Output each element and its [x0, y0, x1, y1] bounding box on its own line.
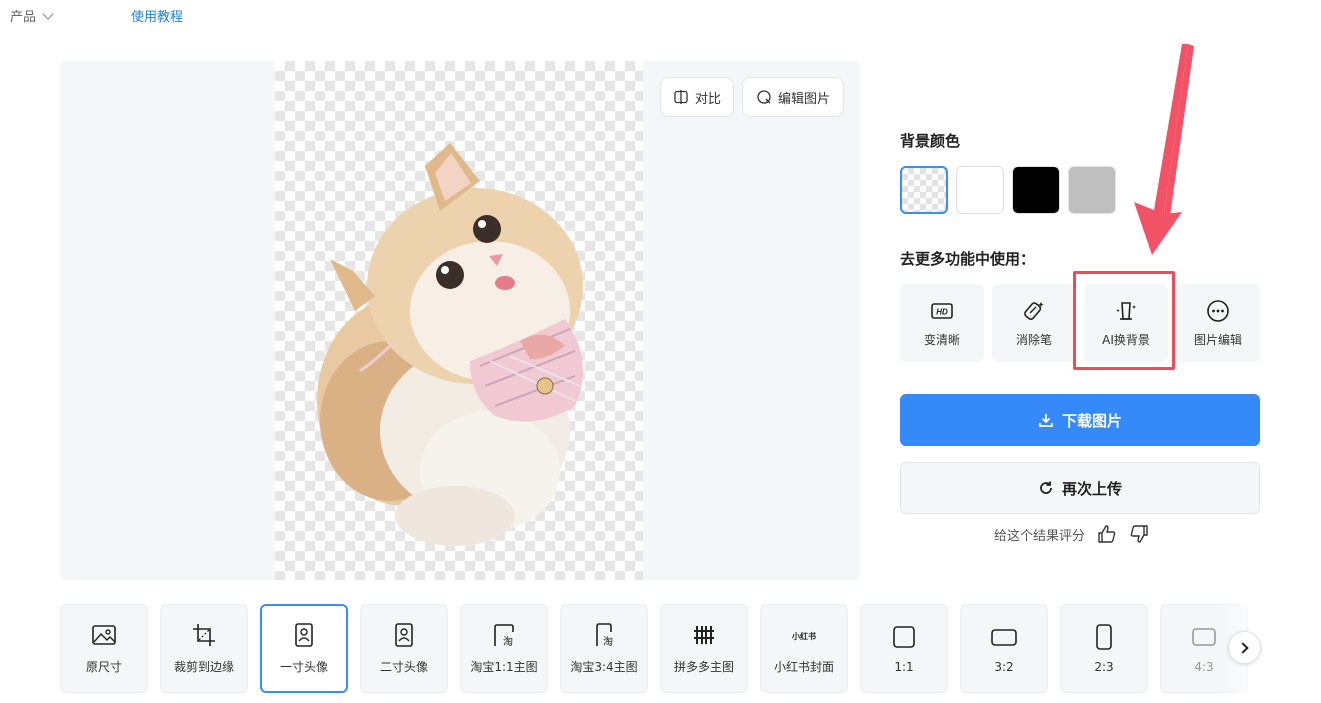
taobao-icon: 淘 [494, 624, 514, 648]
preset-label: 一寸头像 [279, 660, 328, 674]
image-preview: 对比 编辑图片 [60, 61, 860, 580]
highlight-annotation-box [1073, 271, 1175, 370]
size-presets: 原尺寸 裁剪到边缘 一寸头像 二寸头像 淘 淘宝1:1主图 淘 淘宝3:4主图 … [60, 604, 1260, 693]
svg-text:小红书: 小红书 [791, 631, 816, 641]
preset-crop-edge[interactable]: 裁剪到边缘 [160, 604, 248, 693]
presets-next-button[interactable] [1228, 631, 1261, 664]
preset-label: 小红书封面 [773, 660, 834, 674]
chevron-down-icon [42, 7, 54, 20]
swatch-white[interactable] [956, 166, 1004, 214]
preset-label: 2:3 [1094, 659, 1114, 674]
preset-ratio-3-2[interactable]: 3:2 [960, 604, 1048, 693]
svg-text:淘: 淘 [503, 635, 513, 648]
reupload-button[interactable]: 再次上传 [900, 462, 1260, 514]
swatch-gray[interactable] [1068, 166, 1116, 214]
download-icon [1039, 414, 1053, 427]
preset-label: 原尺寸 [85, 660, 122, 674]
compare-icon [674, 90, 688, 104]
landscape-icon [1192, 627, 1216, 646]
compare-label: 对比 [694, 91, 721, 107]
preset-label: 4:3 [1194, 659, 1214, 674]
preset-label: 拼多多主图 [673, 660, 734, 674]
chevron-right-icon [1237, 641, 1249, 654]
refresh-icon [1040, 481, 1052, 494]
preset-label: 1:1 [894, 659, 914, 674]
edit-icon [757, 90, 771, 104]
tutorial-link[interactable]: 使用教程 [131, 6, 183, 25]
preset-pinduoduo[interactable]: 拼多多主图 [660, 604, 748, 693]
thumbs-down-icon[interactable] [1129, 524, 1149, 544]
product-menu[interactable]: 产品 [10, 6, 54, 25]
crop-icon [193, 624, 215, 646]
preset-label: 二寸头像 [379, 660, 428, 674]
cutout-cat-image [317, 143, 583, 546]
landscape-icon [991, 628, 1017, 646]
portrait-icon [295, 623, 313, 647]
xiaohongshu-icon: 小红书 [791, 631, 816, 641]
preset-1inch-portrait[interactable]: 一寸头像 [260, 604, 348, 693]
preset-label: 淘宝3:4主图 [570, 660, 638, 674]
preset-original[interactable]: 原尺寸 [60, 604, 148, 693]
download-button[interactable]: 下载图片 [900, 394, 1260, 446]
preset-ratio-2-3[interactable]: 2:3 [1060, 604, 1148, 693]
swatch-transparent[interactable] [900, 166, 948, 214]
taobao-icon: 淘 [596, 623, 613, 648]
preset-taobao-1-1[interactable]: 淘 淘宝1:1主图 [460, 604, 548, 693]
portrait-icon [395, 623, 413, 647]
pinduoduo-icon [694, 626, 714, 644]
svg-text:HD: HD [936, 307, 948, 316]
rating-row: 给这个结果评分 [994, 524, 1149, 544]
feature-eraser[interactable]: 消除笔 [992, 284, 1076, 362]
preset-xiaohongshu[interactable]: 小红书 小红书封面 [760, 604, 848, 693]
feature-label: 消除笔 [1015, 332, 1052, 347]
product-menu-label: 产品 [10, 10, 37, 25]
arrow-annotation [1134, 44, 1194, 255]
eraser-icon [1024, 301, 1044, 320]
rating-label: 给这个结果评分 [994, 528, 1086, 544]
transparent-canvas [275, 61, 643, 580]
svg-text:淘: 淘 [603, 635, 613, 648]
feature-image-edit[interactable]: 图片编辑 [1176, 284, 1260, 362]
compare-button[interactable]: 对比 [660, 77, 734, 117]
edit-image-button[interactable]: 编辑图片 [742, 77, 844, 117]
background-color-title: 背景颜色 [900, 132, 961, 150]
portrait-rect-icon [1096, 623, 1112, 650]
image-icon [92, 625, 116, 645]
download-label: 下载图片 [1061, 411, 1122, 430]
top-nav: 产品 使用教程 [0, 0, 1321, 32]
swatch-black[interactable] [1012, 166, 1060, 214]
more-features-title: 去更多功能中使用： [900, 250, 1036, 268]
feature-enhance[interactable]: HD 变清晰 [900, 284, 984, 362]
preset-label: 淘宝1:1主图 [470, 660, 538, 674]
square-icon [893, 625, 915, 648]
reupload-label: 再次上传 [1061, 479, 1122, 498]
edit-image-label: 编辑图片 [777, 91, 830, 107]
hd-icon: HD [931, 302, 953, 319]
more-dots-icon [1207, 299, 1229, 322]
feature-label: 图片编辑 [1193, 332, 1242, 347]
preset-label: 3:2 [994, 659, 1014, 674]
preset-label: 裁剪到边缘 [173, 660, 234, 674]
thumbs-up-icon[interactable] [1097, 524, 1117, 544]
preset-taobao-3-4[interactable]: 淘 淘宝3:4主图 [560, 604, 648, 693]
feature-label: 变清晰 [923, 332, 960, 347]
preset-ratio-1-1[interactable]: 1:1 [860, 604, 948, 693]
preset-2inch-portrait[interactable]: 二寸头像 [360, 604, 448, 693]
